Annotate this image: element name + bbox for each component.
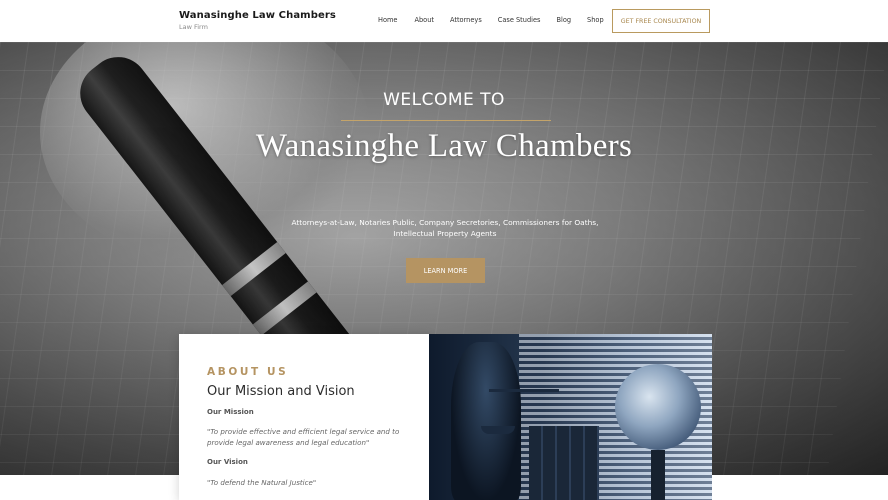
about-eyebrow: ABOUT US <box>207 366 289 378</box>
globe-stand <box>651 450 665 500</box>
brand-tagline: Law Firm <box>179 23 208 31</box>
free-consultation-button[interactable]: GET FREE CONSULTATION <box>612 9 710 33</box>
hero-tagline: Attorneys-at-Law, Notaries Public, Compa… <box>291 218 599 238</box>
mission-text: "To provide effective and efficient lega… <box>207 427 400 447</box>
about-card: ABOUT US Our Mission and Vision Our Miss… <box>179 334 429 500</box>
law-books <box>529 426 599 500</box>
globe <box>615 364 701 450</box>
scale-pan <box>481 426 515 434</box>
nav-case-studies[interactable]: Case Studies <box>498 16 541 24</box>
brand-name[interactable]: Wanasinghe Law Chambers <box>179 10 336 21</box>
justice-statue <box>451 342 521 500</box>
nav-attorneys[interactable]: Attorneys <box>450 16 482 24</box>
mission-label: Our Mission <box>207 408 254 416</box>
nav-blog[interactable]: Blog <box>556 16 571 24</box>
lady-justice-image <box>429 334 712 500</box>
main-nav: Home About Attorneys Case Studies Blog S… <box>378 16 604 24</box>
brand[interactable]: Wanasinghe Law Chambers Law Firm <box>179 10 336 31</box>
site-header: Wanasinghe Law Chambers Law Firm Home Ab… <box>0 0 888 42</box>
about-heading: Our Mission and Vision <box>207 384 355 399</box>
nav-home[interactable]: Home <box>378 16 397 24</box>
hero-title: Wanasinghe Law Chambers <box>255 128 633 164</box>
nav-about[interactable]: About <box>414 16 434 24</box>
hero-divider <box>341 120 551 121</box>
hero-welcome: WELCOME TO <box>383 90 505 110</box>
vision-label: Our Vision <box>207 458 248 466</box>
learn-more-button[interactable]: LEARN MORE <box>406 258 485 283</box>
scales-beam <box>489 389 559 392</box>
nav-shop[interactable]: Shop <box>587 16 604 24</box>
vision-text: "To defend the Natural Justice" <box>207 478 317 487</box>
